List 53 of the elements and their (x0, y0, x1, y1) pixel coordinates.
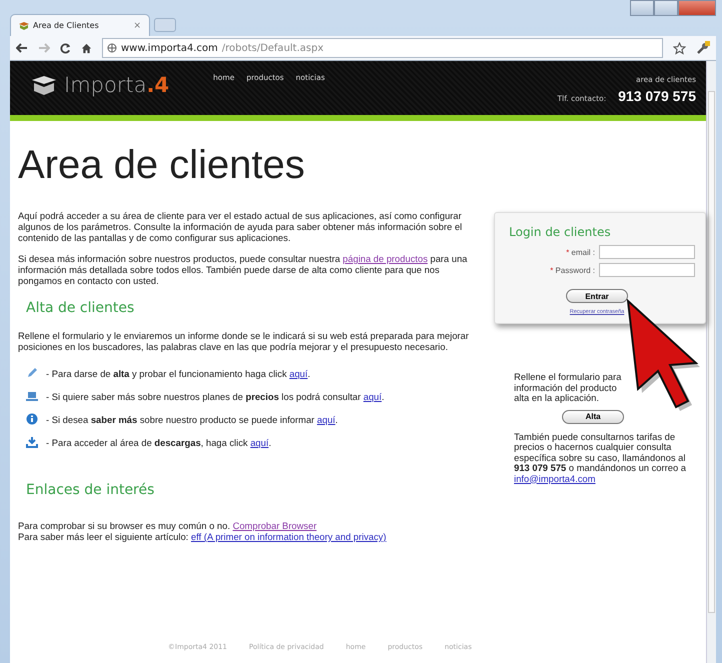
info-icon (26, 413, 38, 425)
reload-icon[interactable] (60, 42, 71, 54)
list-item-text: - Si quiere saber más sobre nuestros planes de precios los podrá consultar aquí. (46, 391, 384, 402)
page-title: Area de clientes (18, 143, 306, 188)
input-field[interactable] (599, 263, 695, 277)
list-item-text: - Para darse de alta y probar el funcionamiento haga click aquí. (46, 368, 310, 379)
star-icon[interactable] (673, 42, 686, 54)
box-icon (30, 75, 58, 95)
scrollbar[interactable] (706, 61, 716, 663)
paragraph: Rellene el formulario y le enviaremos un informe donde se le indicará si su web está preparada para mejorar posiciones en los buscadores, las palabras clave en las que podría mejorar y el presupuesto necesario. (18, 330, 470, 352)
logo-icon (19, 22, 29, 30)
home-icon[interactable] (81, 42, 92, 54)
close-button[interactable] (678, 0, 716, 16)
paragraph: Para comprobar si su browser es muy común o no. Comprobar Browser (18, 520, 318, 531)
forward-icon[interactable] (38, 43, 50, 53)
input-field[interactable] (599, 245, 695, 259)
link[interactable]: aquí (289, 368, 308, 379)
link[interactable]: aquí (317, 414, 336, 425)
new-tab-button[interactable] (154, 18, 176, 32)
paragraph: Aquí podrá acceder a su área de cliente para ver el estado actual de sus aplicaciones, así como configurar algunos de los parámetros. Consulte la información de ayuda para saber obtener más información sobre el contenido de las pantallas y de como configurar sus aplicaciones. (18, 210, 463, 243)
link[interactable]: aquí (363, 391, 382, 402)
link[interactable]: eff (A primer on information theory and privacy) (191, 531, 386, 542)
paragraph: Si desea más información sobre nuestros productos, puede consultar nuestra página de productos para una información más detallada sobre todos ellos. También puede darse de alta como cliente para que nos pongamos en contacto con usted. (18, 253, 468, 286)
list-item-text: - Si desea saber más sobre nuestro producto se puede informar aquí. (46, 414, 338, 425)
link[interactable]: info@importa4.com (514, 472, 596, 484)
back-icon[interactable] (16, 43, 28, 53)
wrench-icon[interactable] (696, 41, 710, 55)
signup-button[interactable]: Alta (562, 410, 624, 424)
browser-tab[interactable]: Area de Clientes × (10, 14, 150, 36)
tab-title: Area de Clientes (33, 21, 100, 30)
pencil-icon (26, 367, 38, 379)
link[interactable]: página de productos (342, 253, 428, 264)
panel-title: Login de clientes (509, 225, 612, 239)
section-heading: Alta de clientes (26, 300, 136, 316)
link[interactable]: aquí (250, 437, 269, 448)
logo[interactable]: Importa.4 (30, 73, 170, 97)
maximize-button[interactable] (654, 0, 678, 16)
field-label: * email : (566, 248, 595, 256)
section-heading: Enlaces de interés (26, 482, 156, 498)
paragraph: También puede consultarnos tarifas de precios o hacernos cualquier consulta específica sobre su caso, llamándonos al 913 079 575 o mandándonos un correo a info@importa4.com (514, 432, 688, 484)
download-icon (26, 436, 38, 448)
field-label: * Password : (550, 266, 595, 274)
globe-icon (107, 43, 117, 53)
tab-close-button[interactable]: × (133, 20, 141, 30)
link[interactable]: Comprobar Browser (232, 520, 317, 531)
laptop-icon (26, 390, 38, 402)
list-item-text: - Para acceder al área de descargas, haga click aquí. (46, 437, 272, 448)
login-button[interactable]: Entrar (566, 289, 628, 303)
paragraph: Rellene el formulario para información del producto alta en la aplicación. (514, 372, 622, 404)
phone-number: 913 079 575 (618, 88, 696, 104)
paragraph: Para saber más leer el siguiente artículo: eff (A primer on information theory and privacy) (18, 531, 388, 542)
address-bar[interactable]: www.importa4.com /robots/Default.aspx (102, 38, 663, 58)
minimize-button[interactable] (630, 0, 654, 16)
